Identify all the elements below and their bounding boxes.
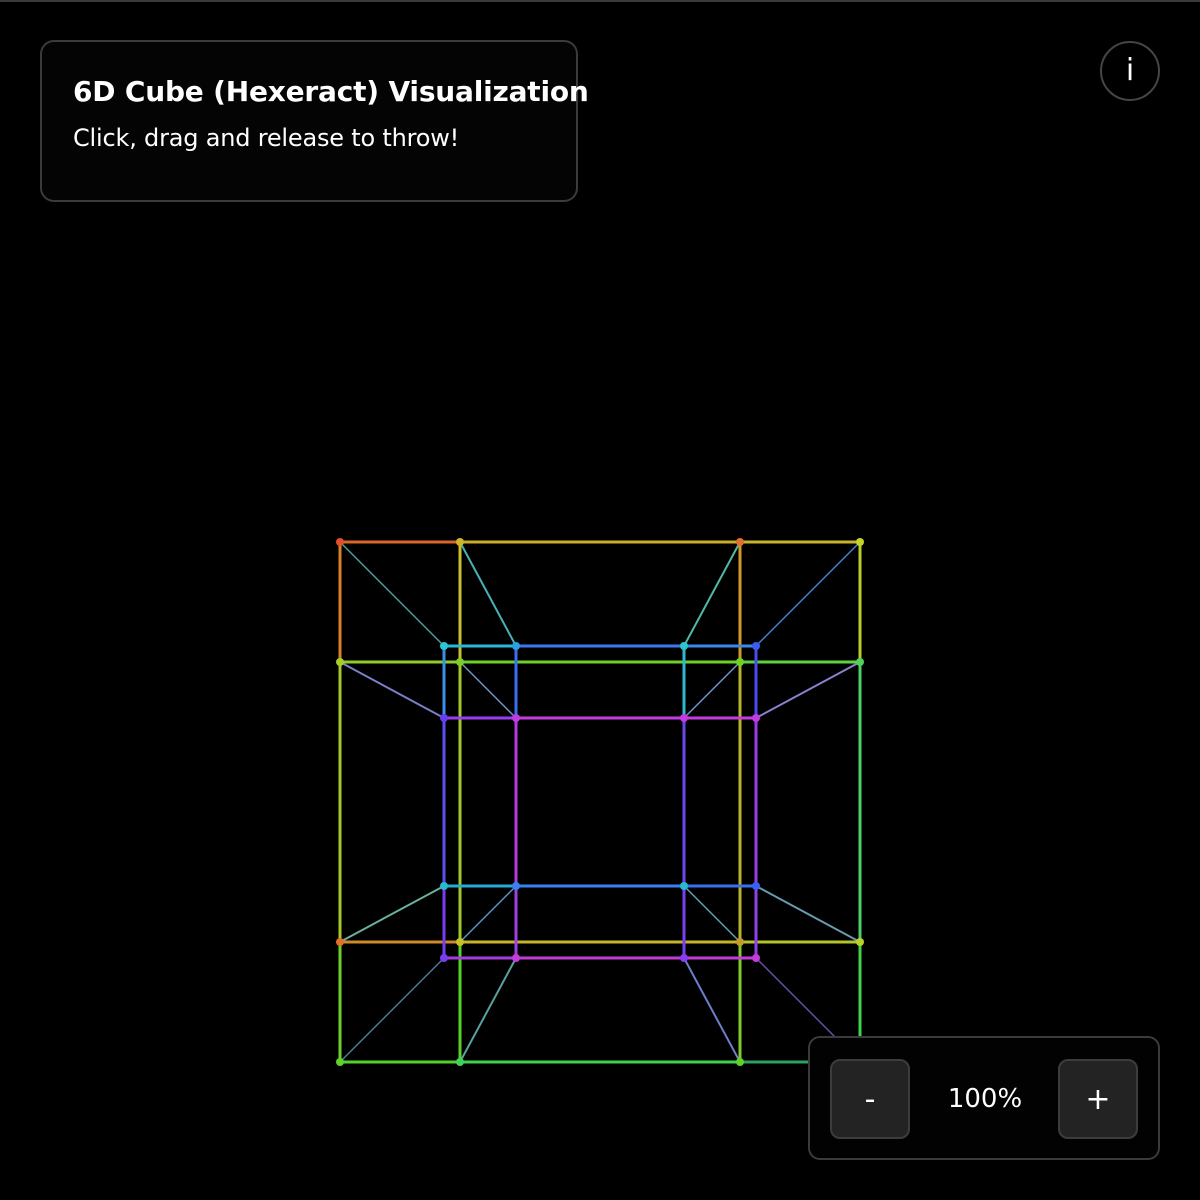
hexeract-vertex (736, 658, 744, 666)
zoom-out-button[interactable]: - (830, 1059, 910, 1139)
hexeract-edge (459, 661, 517, 719)
hexeract-vertex (856, 658, 864, 666)
hexeract-vertex (440, 714, 448, 722)
hexeract-vertex (512, 642, 520, 650)
hexeract-edge (339, 957, 445, 1063)
zoom-controls: - 100% + (808, 1036, 1160, 1160)
hexeract-vertex (336, 538, 344, 546)
hexeract-vertex (752, 714, 760, 722)
hexeract-edge (459, 957, 517, 1063)
hexeract-vertex (752, 882, 760, 890)
hexeract-vertex (456, 938, 464, 946)
hexeract-edge (755, 885, 861, 943)
hexeract-edge (339, 661, 445, 719)
hexeract-vertex (680, 954, 688, 962)
hexeract-vertex (856, 938, 864, 946)
hexeract-vertex (456, 538, 464, 546)
hexeract-vertex (336, 1058, 344, 1066)
hexeract-edge (755, 661, 861, 719)
info-button[interactable]: i (1100, 41, 1160, 101)
hexeract-vertex (680, 642, 688, 650)
info-panel: 6D Cube (Hexeract) Visualization Click, … (40, 40, 589, 202)
info-icon: i (1125, 53, 1135, 88)
hexeract-edge (459, 541, 517, 647)
hexeract-vertex (336, 938, 344, 946)
hexeract-vertex (680, 882, 688, 890)
hexeract-edge (683, 541, 741, 647)
app-window: 6D Cube (Hexeract) Visualization Click, … (0, 0, 1200, 1200)
hexeract-edge (683, 957, 741, 1063)
hexeract-vertex (456, 658, 464, 666)
hexeract-vertex (456, 1058, 464, 1066)
hexeract-edge (339, 885, 445, 943)
zoom-level-display: 100% (947, 1084, 1023, 1114)
hexeract-vertex (680, 714, 688, 722)
zoom-in-button[interactable]: + (1058, 1059, 1138, 1139)
hexeract-vertex (856, 538, 864, 546)
instructions-text: Click, drag and release to throw! (73, 124, 460, 152)
hexeract-vertex (512, 714, 520, 722)
hexeract-edges (338, 540, 862, 1064)
hexeract-vertex (440, 882, 448, 890)
hexeract-edge (755, 541, 861, 647)
hexeract-vertex (736, 938, 744, 946)
hexeract-vertex (736, 1058, 744, 1066)
hexeract-vertex (440, 642, 448, 650)
hexeract-vertex (440, 954, 448, 962)
hexeract-vertex (752, 954, 760, 962)
hexeract-edge (683, 661, 741, 719)
hexeract-vertex (752, 642, 760, 650)
hexeract-edge (683, 885, 741, 943)
hexeract-vertex (336, 658, 344, 666)
page-title: 6D Cube (Hexeract) Visualization (73, 75, 589, 108)
hexeract-vertex (512, 882, 520, 890)
hexeract-vertex (736, 538, 744, 546)
hexeract-vertex (512, 954, 520, 962)
hexeract-edge (339, 541, 445, 647)
hexeract-edge (459, 885, 517, 943)
